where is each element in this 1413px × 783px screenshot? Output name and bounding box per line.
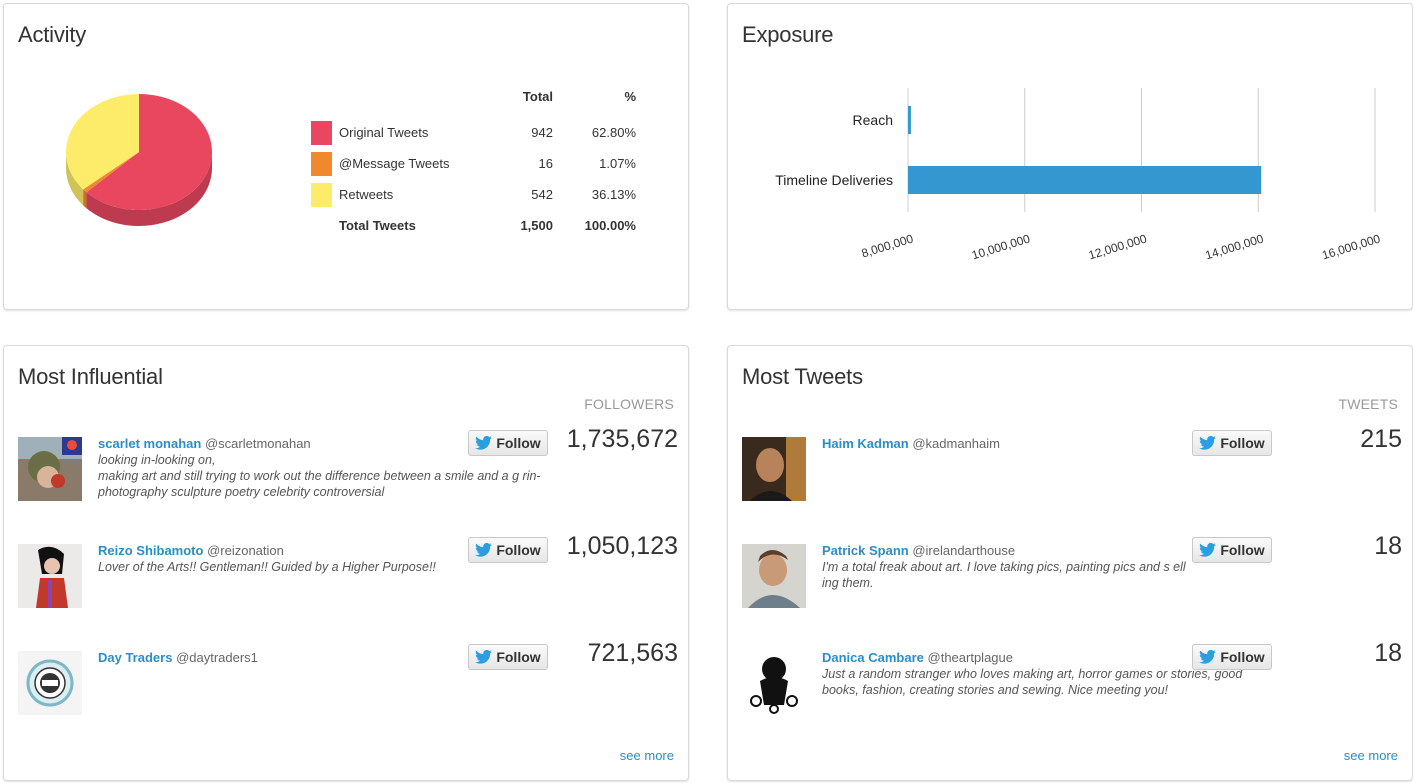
activity-total-header: Total (522, 89, 553, 104)
bar-reach[interactable] (908, 106, 911, 134)
list-item: Day Traders @daytraders1 Follow 721,563 (18, 639, 678, 751)
original-tweets-swatch (311, 121, 332, 145)
follow-label: Follow (496, 542, 541, 558)
most-influential-title: Most Influential (18, 364, 163, 389)
activity-total-label: Total Tweets (339, 218, 416, 233)
user-name-link[interactable]: Danica Cambare (822, 650, 924, 665)
see-more-link[interactable]: see more (1344, 748, 1398, 763)
followers-count: 721,563 (587, 639, 678, 667)
x-tick-label: 12,000,000 (1087, 231, 1149, 262)
avatar[interactable] (742, 544, 806, 608)
avatar[interactable] (742, 437, 806, 501)
activity-row-label: Retweets (339, 187, 394, 202)
y-category-label: Reach (853, 112, 893, 128)
activity-row-pct: 62.80% (591, 125, 636, 140)
follow-button[interactable]: Follow (468, 537, 548, 563)
x-tick-label: 16,000,000 (1320, 231, 1382, 262)
avatar[interactable] (18, 651, 82, 715)
activity-row-label: Original Tweets (339, 125, 429, 140)
x-tick-label: 10,000,000 (970, 231, 1032, 262)
bar-timeline-deliveries[interactable] (908, 166, 1262, 194)
list-item: Danica Cambare @theartplague Just a rand… (742, 639, 1402, 751)
follow-label: Follow (1220, 435, 1265, 451)
activity-pct-header: % (624, 89, 636, 104)
twitter-bird-icon (1199, 543, 1217, 557)
follow-button[interactable]: Follow (468, 430, 548, 456)
most-tweets-title: Most Tweets (742, 364, 863, 389)
twitter-bird-icon (475, 543, 493, 557)
x-tick-label: 8,000,000 (860, 231, 915, 260)
twitter-bird-icon (475, 436, 493, 450)
exposure-bar-chart: 8,000,000 10,000,000 12,000,000 14,000,000 1… (775, 88, 1382, 262)
list-item: Haim Kadman @kadmanhaim Follow 215 (742, 425, 1402, 537)
followers-count: 1,050,123 (566, 532, 678, 560)
user-name-link[interactable]: Reizo Shibamoto (98, 543, 203, 558)
follow-button[interactable]: Follow (1192, 644, 1272, 670)
user-name-link[interactable]: Haim Kadman (822, 436, 909, 451)
retweets-swatch (311, 183, 332, 207)
followers-count: 1,735,672 (566, 425, 678, 453)
avatar[interactable] (18, 544, 82, 608)
activity-row-total: 942 (531, 125, 553, 140)
list-item: Patrick Spann @irelandarthouse I'm a tot… (742, 532, 1402, 644)
follow-button[interactable]: Follow (468, 644, 548, 670)
x-tick-label: 14,000,000 (1204, 231, 1266, 262)
follow-label: Follow (496, 649, 541, 665)
activity-row-pct: 36.13% (591, 187, 636, 202)
follow-label: Follow (1220, 542, 1265, 558)
tweets-column-header: TWEETS (1338, 396, 1398, 412)
activity-row-label: @Message Tweets (339, 156, 450, 171)
y-category-label: Timeline Deliveries (775, 172, 893, 188)
follow-label: Follow (1220, 649, 1265, 665)
user-name-link[interactable]: scarlet monahan (98, 436, 201, 451)
user-handle: @theartplague (927, 650, 1013, 665)
exposure-panel: Exposure 8,000,000 10,000,000 12,000,000 14… (727, 3, 1413, 310)
see-more-link[interactable]: see more (620, 748, 674, 763)
list-item: Reizo Shibamoto @reizonation Lover of th… (18, 532, 678, 644)
user-name-link[interactable]: Patrick Spann (822, 543, 909, 558)
tweets-count: 18 (1374, 639, 1402, 667)
message-tweets-swatch (311, 152, 332, 176)
user-bio: Just a random stranger who loves making … (822, 667, 1243, 697)
activity-panel: Activity Total % Original Tweets 942 62.… (3, 3, 689, 310)
user-bio: looking in-looking on, making art and st… (98, 453, 541, 499)
activity-row-pct: 1.07% (599, 156, 636, 171)
user-handle: @daytraders1 (176, 650, 258, 665)
followers-column-header: FOLLOWERS (584, 396, 674, 412)
follow-button[interactable]: Follow (1192, 430, 1272, 456)
activity-pie-chart (66, 94, 213, 226)
user-handle: @kadmanhaim (912, 436, 1000, 451)
list-item: scarlet monahan @scarletmonahan looking … (18, 425, 678, 537)
activity-total-value: 1,500 (520, 218, 553, 233)
follow-label: Follow (496, 435, 541, 451)
avatar[interactable] (742, 651, 806, 715)
user-handle: @reizonation (207, 543, 284, 558)
user-handle: @scarletmonahan (204, 436, 311, 451)
follow-button[interactable]: Follow (1192, 537, 1272, 563)
twitter-bird-icon (1199, 436, 1217, 450)
user-name-link[interactable]: Day Traders (98, 650, 172, 665)
user-bio: I'm a total freak about art. I love taki… (822, 560, 1186, 590)
tweets-count: 215 (1360, 425, 1402, 453)
pie-slice-side-1 (83, 189, 87, 209)
activity-total-pct: 100.00% (584, 218, 636, 233)
activity-row-total: 542 (531, 187, 553, 202)
most-tweets-panel: Most Tweets TWEETS Haim Kadman @kadmanha… (727, 345, 1413, 781)
user-handle: @irelandarthouse (912, 543, 1016, 558)
avatar[interactable] (18, 437, 82, 501)
twitter-bird-icon (475, 650, 493, 664)
twitter-bird-icon (1199, 650, 1217, 664)
most-influential-panel: Most Influential FOLLOWERS scarlet monah… (3, 345, 689, 781)
activity-title: Activity (18, 22, 87, 47)
activity-row-total: 16 (538, 156, 553, 171)
tweets-count: 18 (1374, 532, 1402, 560)
